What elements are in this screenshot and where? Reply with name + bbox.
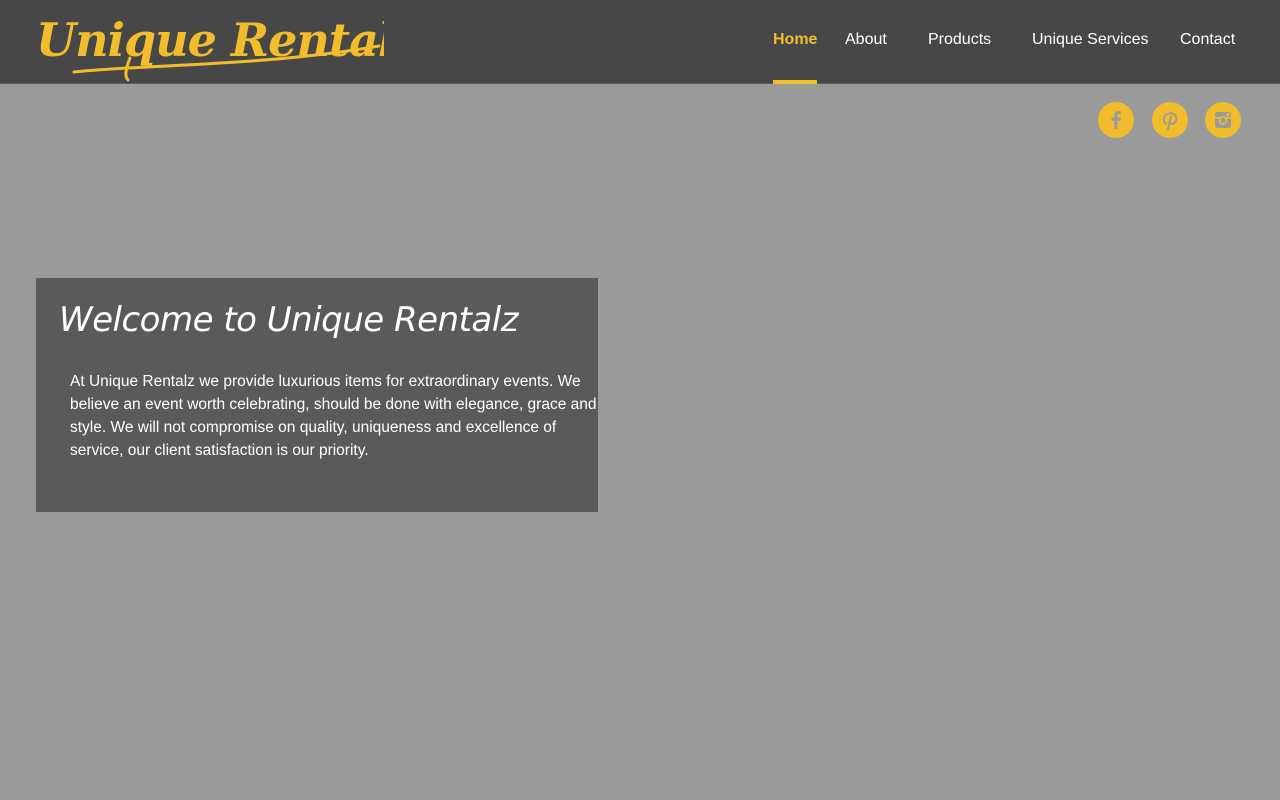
pinterest-link[interactable] xyxy=(1152,102,1188,138)
facebook-link[interactable] xyxy=(1098,102,1134,138)
welcome-panel: Welcome to Unique Rentalz At Unique Rent… xyxy=(36,278,598,512)
welcome-heading: Welcome to Unique Rentalz xyxy=(59,300,519,340)
main-nav: Home About Products Unique Services Cont… xyxy=(0,0,1280,84)
instagram-icon xyxy=(1215,112,1231,128)
welcome-description: At Unique Rentalz we provide luxurious i… xyxy=(70,373,597,459)
instagram-link[interactable] xyxy=(1205,102,1241,138)
nav-item-about[interactable]: About xyxy=(845,31,887,49)
site-header: Unique Rentalz Home About Products Uniqu… xyxy=(0,0,1280,84)
active-nav-indicator xyxy=(773,80,817,84)
nav-item-home[interactable]: Home xyxy=(773,31,817,49)
pinterest-icon xyxy=(1162,112,1178,131)
facebook-icon xyxy=(1111,111,1121,129)
nav-item-products[interactable]: Products xyxy=(928,31,991,49)
nav-item-contact[interactable]: Contact xyxy=(1180,31,1235,49)
nav-item-unique-services[interactable]: Unique Services xyxy=(1032,31,1149,49)
